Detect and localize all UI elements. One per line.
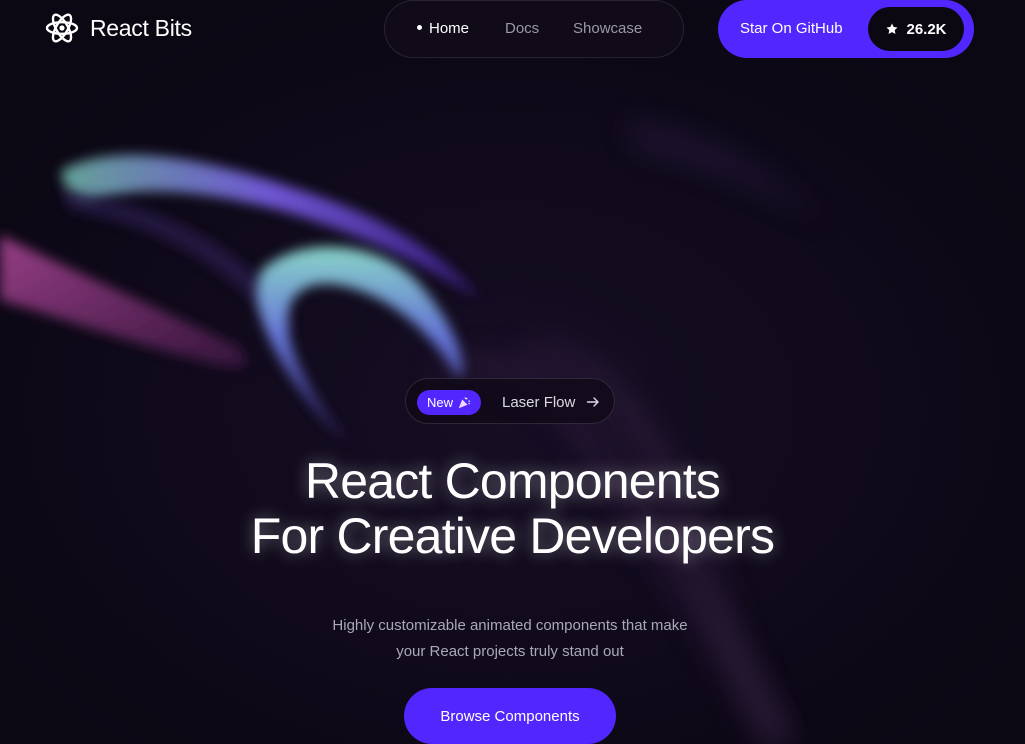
new-badge-label: New bbox=[427, 395, 454, 410]
hero-title-line2: For Creative Developers bbox=[250, 508, 775, 564]
nav-item-docs[interactable]: Docs bbox=[505, 20, 539, 38]
star-count-value: 26.2K bbox=[906, 20, 947, 38]
party-popper-icon bbox=[458, 396, 471, 408]
hero-subtitle-line2: your React projects truly stand out bbox=[396, 643, 624, 660]
announcement-text: Laser Flow bbox=[502, 394, 576, 411]
atom-icon bbox=[45, 13, 79, 43]
hero-title-line1: React Components bbox=[304, 453, 721, 509]
github-button-label: Star On GitHub bbox=[740, 20, 843, 37]
star-icon bbox=[886, 23, 899, 34]
hero-subtitle-line1: Highly customizable animated components … bbox=[332, 617, 688, 634]
star-on-github-button[interactable]: Star On GitHub 26.2K bbox=[718, 0, 974, 58]
nav-item-showcase[interactable]: Showcase bbox=[573, 20, 642, 38]
arrow-right-icon bbox=[586, 397, 599, 407]
main-nav: Home Docs Showcase bbox=[384, 0, 684, 58]
nav-item-home[interactable]: Home bbox=[417, 20, 469, 38]
new-badge: New bbox=[417, 390, 482, 415]
github-star-count: 26.2K bbox=[868, 7, 964, 51]
announcement-pill[interactable]: New Laser Flow bbox=[405, 378, 615, 424]
browse-components-button[interactable]: Browse Components bbox=[404, 688, 616, 744]
brand-logo[interactable]: React Bits bbox=[44, 10, 192, 46]
active-dot-icon bbox=[417, 25, 422, 30]
brand-name: React Bits bbox=[90, 14, 192, 41]
nav-item-label: Home bbox=[429, 20, 470, 37]
